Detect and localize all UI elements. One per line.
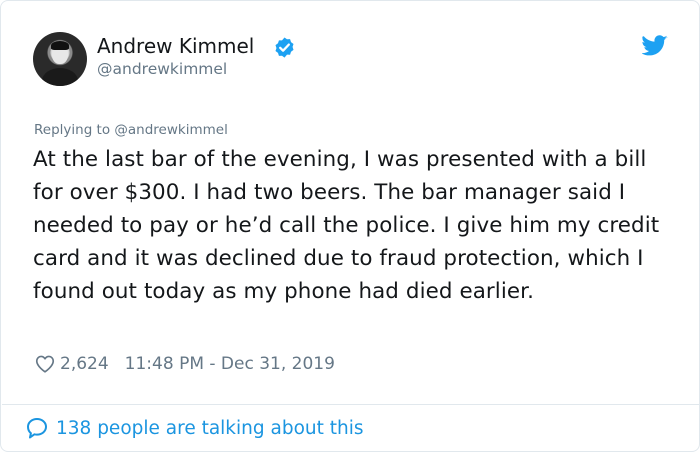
author-name[interactable]: Andrew Kimmel — [97, 34, 254, 58]
tweet-meta: 2,624 11:48 PM - Dec 31, 2019 — [34, 351, 335, 377]
author-handle[interactable]: @andrewkimmel — [97, 60, 227, 78]
verified-badge-icon — [275, 37, 294, 58]
twitter-bird-icon[interactable] — [642, 35, 668, 57]
timestamp[interactable]: 11:48 PM - Dec 31, 2019 — [125, 354, 335, 374]
tweet-text: At the last bar of the evening, I was pr… — [33, 147, 660, 304]
reply-context[interactable]: Replying to @andrewkimmel — [34, 122, 228, 138]
avatar-shoulders — [42, 68, 78, 86]
avatar[interactable] — [33, 32, 87, 86]
heart-icon[interactable] — [34, 353, 56, 375]
tweet-card: Andrew Kimmel @andrewkimmel Replying to … — [0, 0, 700, 452]
speech-bubble-icon — [27, 418, 47, 439]
divider — [2, 404, 699, 405]
like-count[interactable]: 2,624 — [60, 354, 109, 374]
avatar-hair — [51, 41, 69, 50]
conversation-label[interactable]: 138 people are talking about this — [56, 418, 364, 439]
conversation-link[interactable]: 138 people are talking about this — [25, 415, 364, 441]
